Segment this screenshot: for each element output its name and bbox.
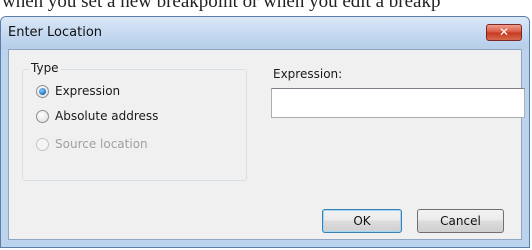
close-icon: ✕ xyxy=(498,25,510,39)
radio-disabled-icon xyxy=(36,137,49,151)
ok-button[interactable]: OK xyxy=(322,209,402,233)
dialog-client-area: Type Expression Absolute address Source … xyxy=(8,49,525,240)
title-bar[interactable]: Enter Location ✕ xyxy=(1,17,529,49)
radio-source-location-label: Source location xyxy=(55,137,148,151)
cancel-button[interactable]: Cancel xyxy=(417,209,504,233)
radio-checked-icon[interactable] xyxy=(36,84,49,98)
expression-label: Expression: xyxy=(273,67,343,81)
dialog-title: Enter Location xyxy=(8,25,103,40)
close-button[interactable]: ✕ xyxy=(486,24,522,41)
background-doc-text: when you set a new breakpoint or when yo… xyxy=(2,0,441,12)
radio-absolute-address-label: Absolute address xyxy=(55,109,159,123)
radio-expression[interactable]: Expression xyxy=(36,83,120,99)
radio-absolute-address[interactable]: Absolute address xyxy=(36,108,158,124)
type-group-legend: Type xyxy=(29,61,61,75)
radio-unchecked-icon[interactable] xyxy=(36,109,49,123)
enter-location-dialog: Enter Location ✕ Type Expression Absolut… xyxy=(0,16,530,248)
radio-source-location: Source location xyxy=(36,136,148,152)
radio-expression-label: Expression xyxy=(55,84,121,98)
expression-input[interactable] xyxy=(271,88,525,118)
